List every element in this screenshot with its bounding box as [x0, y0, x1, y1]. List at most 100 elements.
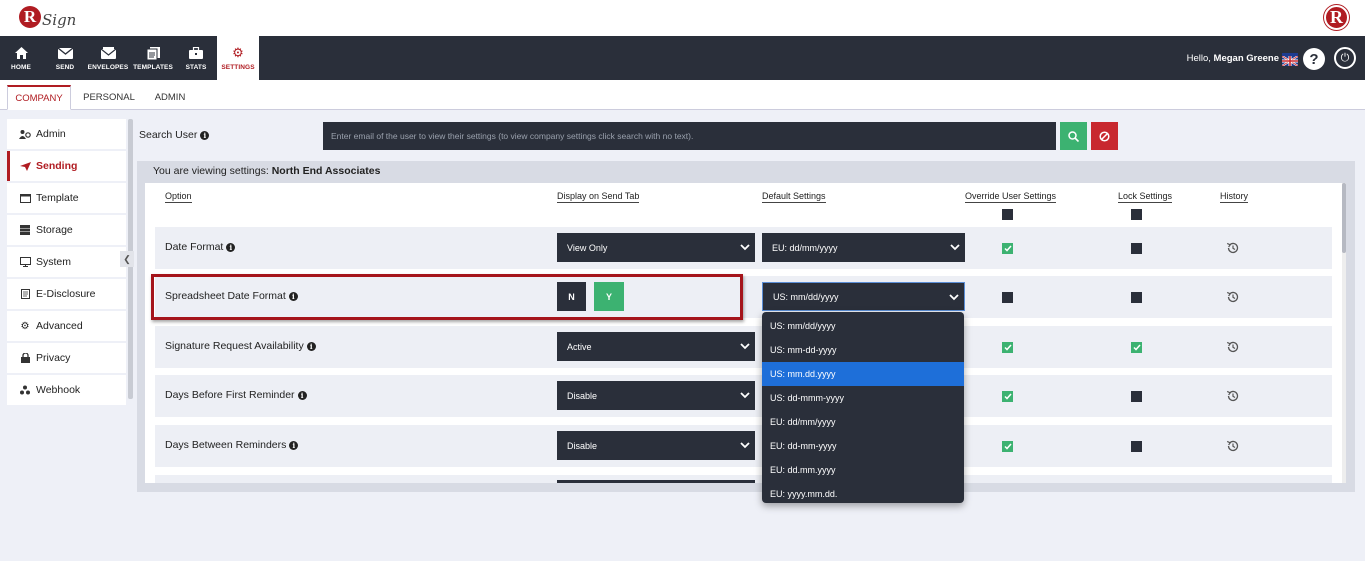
display-select[interactable]: View Only [557, 233, 755, 262]
override-checkbox[interactable] [1002, 391, 1013, 402]
templates-icon [145, 45, 161, 61]
lock-checkbox[interactable] [1131, 243, 1142, 254]
dropdown-option[interactable]: EU: dd-mm-yyyy [762, 434, 964, 458]
monitor-icon [19, 257, 31, 267]
override-checkbox[interactable] [1002, 243, 1013, 254]
lock-checkbox[interactable] [1131, 391, 1142, 402]
display-select-partial[interactable] [557, 480, 755, 483]
settings-table: Option Display on Send Tab Default Setti… [145, 183, 1342, 483]
default-select[interactable]: US: mm/dd/yyyy [762, 282, 965, 311]
collapse-sidebar-button[interactable]: ❮ [120, 251, 134, 267]
override-checkbox[interactable] [1002, 342, 1013, 353]
display-select[interactable]: Active [557, 332, 755, 361]
webhook-icon [19, 385, 31, 395]
lock-checkbox[interactable] [1131, 441, 1142, 452]
dropdown-option[interactable]: US: mm/dd/yyyy [762, 314, 964, 338]
history-icon[interactable] [1226, 241, 1240, 255]
dropdown-option[interactable]: EU: dd.mm.yyyy [762, 458, 964, 482]
main-nav: HOME SEND ENVELOPES TEMPLATES STATS ⚙ SE… [0, 36, 1365, 80]
table-scrollbar[interactable] [1342, 183, 1346, 483]
info-icon[interactable]: i [226, 242, 236, 252]
dropdown-option[interactable]: US: dd-mmm-yyyy [762, 386, 964, 410]
search-button[interactable] [1060, 122, 1087, 150]
check-icon [1003, 393, 1012, 400]
sidebar-item-storage[interactable]: Storage [7, 215, 126, 245]
help-icon: ? [1309, 50, 1319, 68]
sidebar-item-privacy[interactable]: Privacy [7, 343, 126, 373]
override-checkbox[interactable] [1002, 292, 1013, 303]
paper-plane-icon [19, 161, 31, 171]
search-user-input[interactable] [323, 122, 1056, 150]
override-checkbox[interactable] [1002, 441, 1013, 452]
table-scrollbar-thumb[interactable] [1342, 183, 1346, 253]
user-name: Megan Greene [1213, 53, 1279, 64]
lock-all-checkbox[interactable] [1131, 209, 1142, 220]
nav-send[interactable]: SEND [48, 36, 82, 80]
info-icon[interactable]: i [297, 390, 307, 400]
display-select[interactable]: Disable [557, 381, 755, 410]
sidebar-item-webhook[interactable]: Webhook [7, 375, 126, 405]
dropdown-option[interactable]: EU: yyyy.mm.dd. [762, 482, 964, 506]
sidebar-item-system[interactable]: System [7, 247, 126, 277]
check-icon [1003, 443, 1012, 450]
rsign-logo[interactable]: R Sign [19, 5, 76, 29]
sidebar-item-admin[interactable]: Admin [7, 119, 126, 149]
info-icon[interactable]: i [200, 130, 210, 140]
history-icon[interactable] [1226, 389, 1240, 403]
logout-button[interactable]: ⏻ [1334, 47, 1356, 69]
help-button[interactable]: ? [1303, 48, 1325, 70]
nav-envelopes[interactable]: ENVELOPES [86, 36, 130, 80]
nav-settings[interactable]: ⚙ SETTINGS [217, 36, 259, 80]
search-icon [1068, 130, 1079, 142]
sidebar-item-template[interactable]: Template [7, 183, 126, 213]
sidebar-item-e-disclosure[interactable]: E-Disclosure [7, 279, 126, 309]
nav-stats[interactable]: STATS [180, 36, 212, 80]
row-label: Date Format i [165, 241, 236, 253]
col-display-on-send-tab: Display on Send Tab [557, 191, 640, 203]
history-icon[interactable] [1226, 340, 1240, 354]
sidebar-item-advanced[interactable]: ⚙ Advanced [7, 311, 126, 341]
users-cog-icon [19, 129, 31, 139]
logo-letter: R [19, 6, 41, 28]
tab-company[interactable]: COMPANY [7, 85, 71, 110]
briefcase-icon [188, 45, 204, 61]
company-name: North End Associates [271, 165, 381, 177]
settings-panel: You are viewing settings: North End Asso… [137, 161, 1355, 492]
dropdown-option-highlighted[interactable]: US: mm.dd.yyyy [762, 362, 964, 386]
tab-personal[interactable]: PERSONAL [78, 85, 140, 110]
display-select-value: Disable [567, 440, 598, 451]
lock-checkbox[interactable] [1131, 292, 1142, 303]
gear-icon: ⚙ [232, 45, 244, 60]
envelopes-icon [100, 45, 116, 61]
home-icon [13, 45, 29, 61]
history-icon[interactable] [1226, 290, 1240, 304]
lock-checkbox[interactable] [1131, 342, 1142, 353]
nav-templates[interactable]: TEMPLATES [131, 36, 175, 80]
default-select[interactable]: EU: dd/mm/yyyy [762, 233, 965, 262]
info-icon[interactable]: i [289, 440, 299, 450]
lock-icon [19, 353, 31, 363]
nav-settings-label: SETTINGS [221, 64, 255, 71]
check-icon [1003, 245, 1012, 252]
sidebar-item-label: Advanced [36, 320, 83, 332]
viewing-prefix: You are viewing settings: [153, 165, 269, 177]
display-select[interactable]: Disable [557, 431, 755, 460]
database-icon [19, 225, 31, 235]
clear-search-button[interactable] [1091, 122, 1118, 150]
nav-templates-label: TEMPLATES [133, 64, 173, 71]
sidebar-item-sending[interactable]: Sending [7, 151, 126, 181]
uk-flag-icon[interactable] [1281, 53, 1299, 67]
col-history: History [1220, 191, 1249, 203]
sidebar-item-label: Admin [36, 128, 66, 140]
info-icon[interactable]: i [306, 341, 316, 351]
nav-home[interactable]: HOME [4, 36, 38, 80]
override-all-checkbox[interactable] [1002, 209, 1013, 220]
sidebar-item-label: Privacy [36, 352, 71, 364]
settings-row-days-between-reminders: Days Between Reminders i Disable [155, 425, 1332, 467]
row-label: Days Before First Reminder i [165, 389, 307, 401]
history-icon[interactable] [1226, 439, 1240, 453]
tab-admin[interactable]: ADMIN [145, 85, 195, 110]
dropdown-option[interactable]: US: mm-dd-yyyy [762, 338, 964, 362]
row-label-text: Date Format [165, 241, 224, 253]
dropdown-option[interactable]: EU: dd/mm/yyyy [762, 410, 964, 434]
